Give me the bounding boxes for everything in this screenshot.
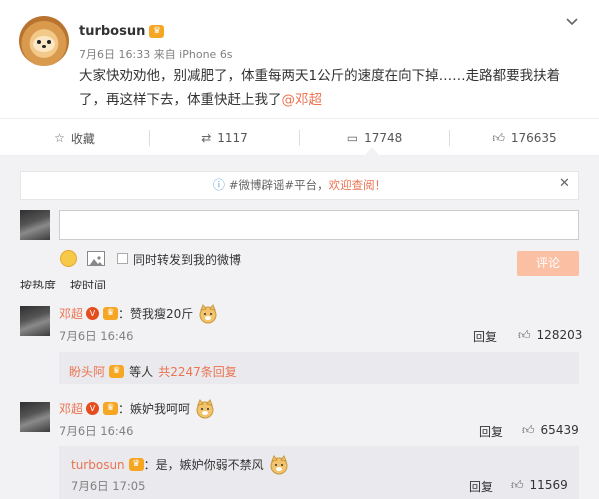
comment-row: 邓超 V ♛ ：嫉妒我呵呵 bbox=[59, 398, 215, 419]
repost-checkbox-label: 同时转发到我的微博 bbox=[133, 253, 242, 267]
thumb-up-icon: 👍︎ bbox=[518, 328, 531, 342]
comment-icon: ▭ bbox=[346, 131, 359, 145]
vip-crown-icon: ♛ bbox=[128, 458, 144, 471]
current-user-avatar[interactable] bbox=[20, 210, 50, 240]
comment-like-count: 65439 bbox=[540, 423, 579, 437]
close-icon[interactable]: ✕ bbox=[559, 176, 570, 191]
sub-reply-box: turbosun ♛ ：是，嫉妒你弱不禁风 7月6日 17:05 回复 👍︎ 1156… bbox=[59, 446, 579, 499]
doge-emoji-icon bbox=[196, 398, 214, 418]
comment-text: ：赞我瘦20斤 bbox=[118, 307, 194, 321]
repost-button[interactable]: ⇄ 1117 bbox=[150, 119, 299, 157]
repost-icon: ⇄ bbox=[201, 131, 212, 145]
vip-crown-icon: ♛ bbox=[109, 365, 125, 378]
more-replies-link[interactable]: 共2247条回复 bbox=[158, 365, 237, 379]
avatar-nose bbox=[42, 45, 46, 48]
commenter-avatar[interactable] bbox=[20, 306, 50, 336]
commenter-name[interactable]: 邓超 bbox=[59, 307, 83, 321]
comment-row: 邓超 V ♛ ：赞我瘦20斤 bbox=[59, 303, 218, 324]
repost-count: 1117 bbox=[217, 131, 248, 145]
tab-hot[interactable]: 按热度 bbox=[20, 280, 56, 289]
comment-caret bbox=[364, 147, 380, 156]
comment-like-button[interactable]: 👍︎ 128203 bbox=[518, 328, 582, 343]
comment-like-count: 128203 bbox=[536, 328, 583, 342]
sort-tabs: 按热度 按时间 bbox=[20, 280, 106, 289]
tab-time[interactable]: 按时间 bbox=[70, 280, 106, 289]
favorite-button[interactable]: ☆ 收藏 bbox=[0, 119, 149, 157]
post-text: 大家快劝劝他，别减肥了，体重每两天1公斤的速度在向下掉……走路都要我扶着 了，再… bbox=[79, 64, 584, 112]
thumb-up-icon: 👍︎ bbox=[492, 130, 505, 145]
reply-button[interactable]: 回复 bbox=[479, 423, 503, 440]
post-text-line1: 大家快劝劝他，别减肥了，体重每两天1公斤的速度在向下掉……走路都要我扶着 bbox=[79, 68, 561, 84]
emoji-icon[interactable] bbox=[60, 250, 77, 267]
comment-count: 17748 bbox=[364, 131, 403, 145]
comment-time: 7月6日 16:46 bbox=[59, 329, 134, 343]
sub-commenter-name[interactable]: turbosun bbox=[71, 458, 125, 472]
avatar-face bbox=[33, 36, 55, 52]
vip-crown-icon: ♛ bbox=[103, 402, 119, 415]
favorite-label: 收藏 bbox=[70, 131, 95, 146]
avatar-eye bbox=[47, 40, 51, 44]
comment-input[interactable] bbox=[59, 210, 579, 240]
rumor-notice: ⓘ #微博辟谣#平台，欢迎查阅！ bbox=[20, 171, 579, 200]
avatar-eye bbox=[37, 40, 41, 44]
comment-like-button[interactable]: 👍︎ 65439 bbox=[522, 423, 579, 438]
like-count: 176635 bbox=[510, 131, 557, 145]
repost-checkbox[interactable] bbox=[117, 253, 128, 264]
reply-button[interactable]: 回复 bbox=[473, 328, 497, 345]
vip-crown-icon: ♛ bbox=[149, 25, 165, 38]
sub-comment-time: 7月6日 17:05 bbox=[71, 479, 146, 493]
submit-comment-button[interactable]: 评论 bbox=[517, 251, 579, 276]
mention-link[interactable]: @邓超 bbox=[282, 92, 323, 108]
doge-emoji-icon bbox=[270, 454, 288, 474]
sub-reply-button[interactable]: 回复 bbox=[469, 478, 493, 495]
verified-icon: V bbox=[86, 307, 100, 320]
comment-time: 7月6日 16:46 bbox=[59, 424, 134, 438]
star-icon: ☆ bbox=[54, 131, 65, 145]
sub-reply-box: 盼头阿 ♛ 等人 共2247条回复 bbox=[59, 352, 579, 384]
post-meta: 7月6日 16:33 来自 iPhone 6s bbox=[79, 48, 233, 61]
image-icon[interactable] bbox=[87, 251, 105, 266]
doge-emoji-icon bbox=[199, 303, 217, 323]
sub-comment-text: ：是，嫉妒你弱不禁风 bbox=[143, 458, 264, 472]
sub-like-count: 11569 bbox=[529, 478, 568, 492]
post-actions: ☆ 收藏 ⇄ 1117 ▭ 17748 👍︎ 176635 bbox=[0, 118, 599, 156]
notice-link[interactable]: 欢迎查阅！ bbox=[329, 178, 387, 192]
thumb-up-icon: 👍︎ bbox=[522, 423, 535, 437]
sub-commenter-name[interactable]: 盼头阿 bbox=[69, 365, 105, 379]
vip-crown-icon: ♛ bbox=[103, 307, 119, 320]
like-button[interactable]: 👍︎ 176635 bbox=[450, 119, 599, 157]
sub-like-button[interactable]: 👍︎ 11569 bbox=[511, 478, 568, 493]
info-icon: ⓘ bbox=[212, 178, 225, 192]
author-avatar[interactable] bbox=[19, 16, 69, 66]
chevron-down-icon[interactable] bbox=[565, 15, 579, 29]
thumb-up-icon: 👍︎ bbox=[511, 478, 524, 492]
commenter-name[interactable]: 邓超 bbox=[59, 402, 83, 416]
post-text-line2: 了，再这样下去，体重快赶上我了 bbox=[79, 92, 282, 108]
notice-text: #微博辟谣#平台， bbox=[228, 178, 329, 192]
author-name[interactable]: turbosun bbox=[79, 24, 145, 39]
commenter-avatar[interactable] bbox=[20, 402, 50, 432]
sub-comment-text: 等人 bbox=[129, 365, 154, 379]
author-name-row: turbosun ♛ bbox=[79, 24, 165, 39]
comment-text: ：嫉妒我呵呵 bbox=[118, 402, 191, 416]
verified-icon: V bbox=[86, 402, 100, 415]
